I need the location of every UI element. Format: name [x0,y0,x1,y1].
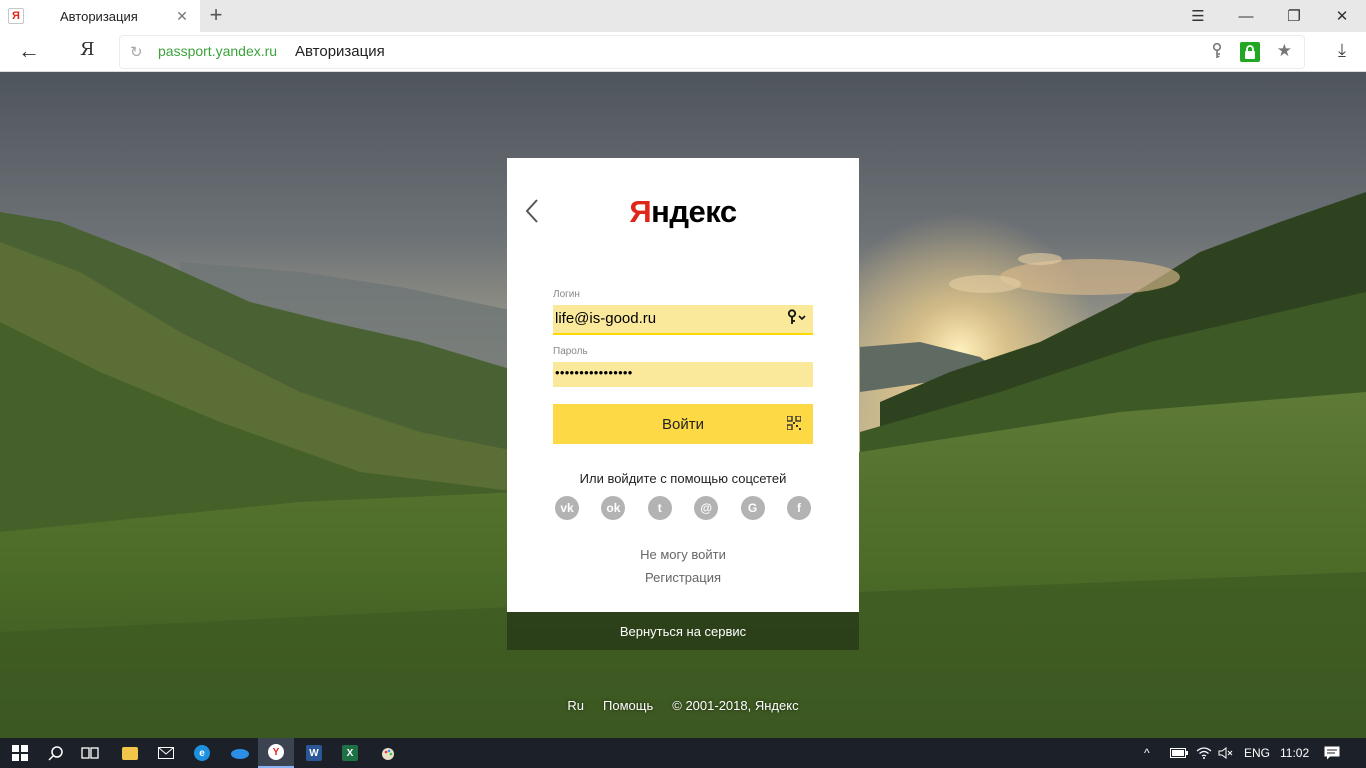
restore-button[interactable]: ❐ [1270,0,1318,32]
yandex-logo: Яндекс [507,194,859,230]
yandex-home-button[interactable]: Я [80,39,98,63]
onedrive-icon[interactable] [222,738,258,768]
login-field-value: life@is-good.ru [555,310,657,327]
secure-lock-icon[interactable] [1240,42,1260,62]
taskbar-clock[interactable]: 11:02 [1280,738,1309,768]
help-link[interactable]: Помощь [603,698,653,713]
google-icon[interactable]: G [740,496,765,520]
yandex-browser-taskbar-icon[interactable]: Y [258,738,294,768]
windows-taskbar: e Y W X ^ ENG 11:02 [0,738,1366,768]
social-login-title: Или войдите с помощью соцсетей [579,471,787,486]
page-footer: Ru Помощь © 2001-2018, Яндекс [0,698,1366,713]
page-background: Яндекс Логин life@is-good.ru Пароль ••••… [0,72,1366,738]
tab-authorization[interactable]: Я Авторизация ✕ [0,0,200,32]
password-field[interactable]: •••••••••••••••• [553,362,813,387]
login-card: Яндекс Логин life@is-good.ru Пароль ••••… [507,158,859,612]
input-language-indicator[interactable]: ENG [1244,738,1270,768]
register-link[interactable]: Регистрация [507,570,859,585]
key-icon[interactable] [1212,42,1222,63]
volume-muted-icon[interactable] [1218,738,1234,768]
mail-icon[interactable] [148,738,184,768]
paint-icon[interactable] [370,738,406,768]
browser-menu-button[interactable]: ☰ [1174,0,1222,32]
social-login-icons: vk ok t @ G f [555,496,811,520]
file-explorer-icon[interactable] [112,738,148,768]
password-field-value: •••••••••••••••• [555,365,633,380]
download-icon[interactable]: ⤓ [1332,40,1352,64]
login-submit-label: Войти [662,415,704,433]
battery-icon[interactable] [1170,738,1188,768]
new-tab-button[interactable]: + [205,3,227,27]
login-field-label: Логин [553,289,580,300]
search-icon[interactable] [38,738,74,768]
tab-bar: Я Авторизация ✕ + ☰ — ❐ ✕ [0,0,1366,32]
minimize-button[interactable]: — [1222,0,1270,32]
show-hidden-icons-chevron-icon[interactable]: ^ [1144,738,1164,768]
close-window-button[interactable]: ✕ [1318,0,1366,32]
qr-code-icon[interactable] [786,415,802,431]
copyright-text: © 2001-2018, Яндекс [672,698,799,713]
tab-title: Авторизация [60,8,138,24]
address-bar[interactable]: ↻ passport.yandex.ru Авторизация ★ [120,36,1304,68]
bookmark-star-icon[interactable]: ★ [1277,41,1292,61]
logo-rest: ндекс [651,194,737,229]
navigation-bar: ← Я ↻ passport.yandex.ru Авторизация ★ ⤓ [0,32,1366,72]
login-field[interactable]: life@is-good.ru [553,305,813,335]
task-view-icon[interactable] [72,738,108,768]
odnoklassniki-icon[interactable]: ok [601,496,626,520]
password-manager-key-icon[interactable] [787,309,807,328]
excel-icon[interactable]: X [332,738,368,768]
logo-letter-ya: Я [629,194,652,229]
back-button[interactable]: ← [18,40,44,64]
windows-start-icon[interactable] [2,738,38,768]
action-center-icon[interactable] [1324,738,1340,768]
language-switch-link[interactable]: Ru [567,698,584,713]
yandex-favicon-icon: Я [8,8,24,24]
cant-login-link[interactable]: Не могу войти [507,547,859,562]
facebook-icon[interactable]: f [786,496,811,520]
vk-icon[interactable]: vk [555,496,579,520]
twitter-icon[interactable]: t [647,496,672,520]
url-page-title: Авторизация [295,43,385,60]
login-submit-button[interactable]: Войти [553,404,813,444]
password-field-label: Пароль [553,346,588,357]
url-domain: passport.yandex.ru [158,43,278,59]
edge-browser-icon[interactable]: e [184,738,220,768]
return-to-service-link[interactable]: Вернуться на сервис [507,612,859,650]
word-icon[interactable]: W [296,738,332,768]
wifi-icon[interactable] [1196,738,1212,768]
reload-icon[interactable]: ↻ [130,43,144,61]
tab-close-icon[interactable]: ✕ [172,8,192,25]
mail-ru-icon[interactable]: @ [694,496,719,520]
